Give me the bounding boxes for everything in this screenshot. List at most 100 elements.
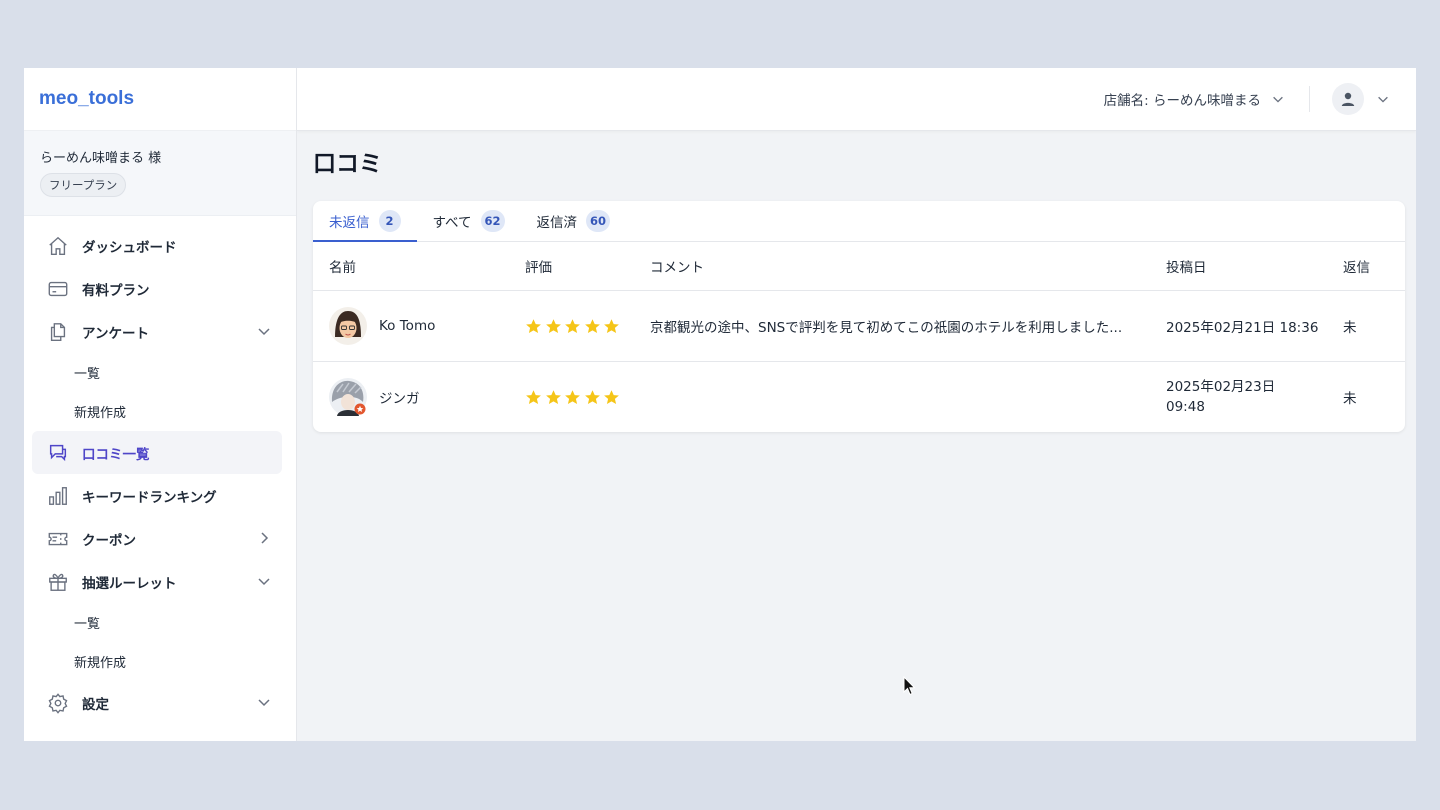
time-line: 09:48 bbox=[1166, 399, 1205, 415]
sidebar-item-label: 有料プラン bbox=[82, 282, 150, 299]
tab-label: 返信済 bbox=[536, 215, 578, 231]
chevron-down-icon[interactable] bbox=[256, 573, 272, 589]
name-cell: ジンガ bbox=[313, 362, 525, 433]
sidebar-item-label: 口コミ一覧 bbox=[82, 446, 150, 463]
topbar: 店舗名: らーめん味噌まる bbox=[297, 68, 1416, 131]
sidebar-item-label: アンケート bbox=[82, 325, 149, 342]
sidebar-subitem-lottery-new[interactable]: 新規作成 bbox=[24, 642, 296, 681]
star-icon bbox=[584, 318, 600, 333]
chevron-down-icon[interactable] bbox=[256, 694, 272, 710]
star-rating bbox=[525, 318, 650, 335]
comment-cell: 京都観光の途中、SNSで評判を見て初めてこの祇園のホテルを利用しました... bbox=[650, 290, 1166, 362]
sidebar-subitem-survey-new[interactable]: 新規作成 bbox=[24, 392, 296, 431]
sidebar-subitem-survey-list[interactable]: 一覧 bbox=[24, 353, 296, 392]
star-icon bbox=[526, 318, 541, 333]
reviewer-avatar bbox=[329, 307, 367, 345]
credit-card-icon bbox=[46, 277, 70, 301]
sidebar: meo_tools らーめん味噌まる 様 フリープラン ダッシュボード 有料プラ… bbox=[24, 68, 297, 741]
star-icon bbox=[604, 318, 619, 333]
count-badge: 62 bbox=[480, 210, 505, 232]
date-cell: 2025年02月21日 18:36 bbox=[1166, 290, 1343, 362]
main-area: 店舗名: らーめん味噌まる 口コミ 未返信 2 すべて 62 返信済 60 名前… bbox=[297, 68, 1416, 741]
tab-label: 未返信 bbox=[329, 215, 370, 231]
reviews-card: 未返信 2 すべて 62 返信済 60 名前 評価 コメント 投稿日 返信 Ko… bbox=[313, 201, 1405, 432]
table-row[interactable]: ジンガ 2025年02月23日 09:48 未 bbox=[313, 362, 1405, 433]
sidebar-nav: ダッシュボード 有料プラン アンケート 一覧 新規作成 口コミ一覧 キーワードラ… bbox=[24, 216, 296, 724]
star-icon bbox=[584, 389, 600, 404]
table-header-row: 名前 評価 コメント 投稿日 返信 bbox=[313, 242, 1405, 291]
column-header-reply: 返信 bbox=[1343, 242, 1405, 291]
reviews-table: 名前 評価 コメント 投稿日 返信 Ko Tomo 京都観光の途中、SNSで評判… bbox=[313, 242, 1405, 432]
sidebar-item-label: ダッシュボード bbox=[82, 239, 177, 256]
store-selector[interactable]: 店舗名: らーめん味噌まる bbox=[1104, 89, 1285, 109]
reviewer-name: Ko Tomo bbox=[379, 318, 436, 334]
name-cell: Ko Tomo bbox=[313, 290, 525, 362]
sidebar-item-label: キーワードランキング bbox=[82, 489, 217, 506]
home-icon bbox=[46, 234, 70, 258]
logo-area: meo_tools bbox=[24, 68, 296, 131]
documents-icon bbox=[46, 320, 70, 344]
date-line: 2025年02月23日 bbox=[1166, 379, 1276, 395]
chevron-down-icon[interactable] bbox=[256, 323, 272, 339]
star-icon bbox=[565, 318, 580, 333]
app-window: meo_tools らーめん味噌まる 様 フリープラン ダッシュボード 有料プラ… bbox=[24, 68, 1416, 741]
sidebar-item-dashboard[interactable]: ダッシュボード bbox=[32, 224, 282, 267]
sidebar-item-reviews[interactable]: 口コミ一覧 bbox=[32, 431, 282, 474]
sidebar-item-label: クーポン bbox=[82, 532, 136, 549]
sidebar-item-lottery[interactable]: 抽選ルーレット bbox=[32, 560, 282, 603]
chat-bubbles-icon bbox=[46, 441, 70, 465]
sidebar-item-settings[interactable]: 設定 bbox=[32, 681, 282, 724]
reply-status: 未 bbox=[1343, 290, 1405, 362]
store-info: らーめん味噌まる 様 フリープラン bbox=[24, 131, 296, 216]
app-logo[interactable]: meo_tools bbox=[39, 88, 134, 110]
reviewer-avatar bbox=[329, 378, 367, 416]
count-badge: 60 bbox=[586, 210, 611, 232]
star-icon bbox=[565, 389, 580, 404]
sidebar-item-paid-plan[interactable]: 有料プラン bbox=[32, 267, 282, 310]
comment-cell bbox=[650, 362, 1166, 433]
column-header-name: 名前 bbox=[313, 242, 525, 291]
sidebar-item-keyword-ranking[interactable]: キーワードランキング bbox=[32, 474, 282, 517]
sidebar-item-survey[interactable]: アンケート bbox=[32, 310, 282, 353]
star-icon bbox=[545, 389, 561, 404]
tab-all[interactable]: すべて 62 bbox=[417, 201, 521, 241]
plan-badge: フリープラン bbox=[40, 173, 127, 197]
tab-unreplied[interactable]: 未返信 2 bbox=[313, 201, 417, 242]
content: 口コミ 未返信 2 すべて 62 返信済 60 名前 評価 コメント 投稿日 返… bbox=[297, 131, 1416, 432]
gear-icon bbox=[46, 691, 70, 715]
divider bbox=[1309, 86, 1310, 112]
column-header-date: 投稿日 bbox=[1166, 242, 1343, 291]
user-menu[interactable] bbox=[1332, 83, 1390, 115]
ticket-icon bbox=[46, 527, 70, 551]
reply-status: 未 bbox=[1343, 391, 1357, 407]
store-selector-label: 店舗名: らーめん味噌まる bbox=[1103, 93, 1261, 109]
rating-cell bbox=[525, 362, 650, 433]
reviewer-name: ジンガ bbox=[379, 391, 420, 407]
gift-icon bbox=[46, 570, 70, 594]
star-icon bbox=[526, 389, 541, 404]
chevron-down-icon bbox=[1273, 96, 1283, 103]
chevron-right-icon[interactable] bbox=[256, 530, 272, 546]
review-tabs: 未返信 2 すべて 62 返信済 60 bbox=[313, 201, 1405, 242]
star-icon bbox=[545, 318, 561, 333]
store-name: らーめん味噌まる 様 bbox=[40, 151, 162, 166]
tab-label: すべて bbox=[432, 215, 472, 231]
page-title: 口コミ bbox=[313, 151, 382, 177]
chevron-down-icon bbox=[1378, 96, 1388, 103]
sidebar-item-label: 抽選ルーレット bbox=[82, 575, 177, 592]
sidebar-subitem-lottery-list[interactable]: 一覧 bbox=[24, 603, 296, 642]
column-header-rating: 評価 bbox=[525, 242, 650, 291]
star-rating bbox=[525, 389, 650, 406]
sidebar-item-label: 設定 bbox=[82, 696, 109, 713]
table-row[interactable]: Ko Tomo 京都観光の途中、SNSで評判を見て初めてこの祇園のホテルを利用し… bbox=[313, 290, 1405, 362]
count-badge: 2 bbox=[378, 210, 401, 232]
date-cell: 2025年02月23日 09:48 bbox=[1166, 362, 1343, 433]
tab-replied[interactable]: 返信済 60 bbox=[521, 201, 627, 241]
column-header-comment: コメント bbox=[650, 242, 1166, 291]
star-icon bbox=[604, 389, 619, 404]
mouse-cursor-icon bbox=[903, 676, 916, 696]
sidebar-item-coupon[interactable]: クーポン bbox=[32, 517, 282, 560]
rating-cell bbox=[525, 290, 650, 362]
bar-chart-icon bbox=[46, 484, 70, 508]
user-avatar-icon bbox=[1332, 83, 1364, 115]
